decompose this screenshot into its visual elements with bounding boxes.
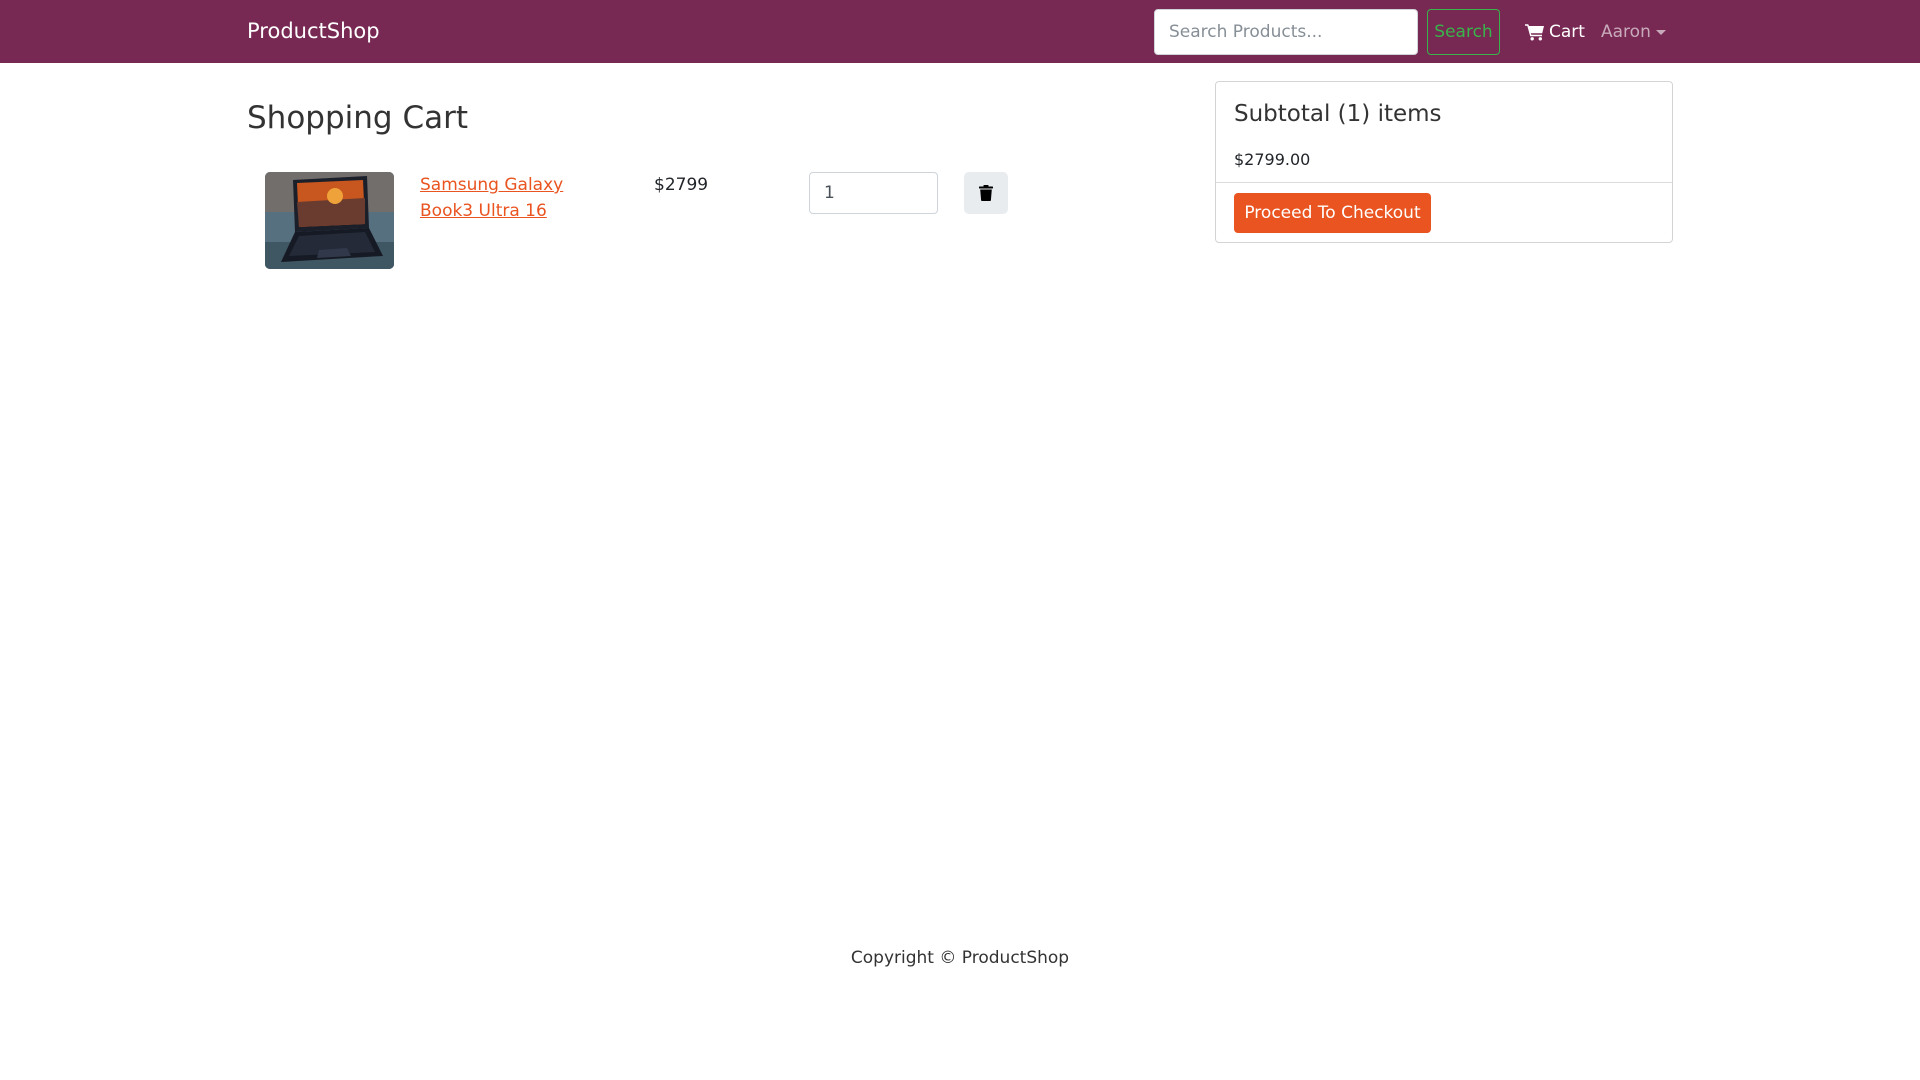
laptop-photo bbox=[265, 172, 394, 269]
brand-logo-link[interactable]: ProductShop bbox=[247, 18, 380, 45]
subtotal-title: Subtotal (1) items bbox=[1234, 101, 1442, 127]
product-price: $2799 bbox=[654, 175, 709, 195]
cart-link[interactable]: Cart bbox=[1525, 19, 1585, 45]
user-dropdown-toggle[interactable]: Aaron bbox=[1601, 19, 1666, 45]
product-image bbox=[265, 172, 394, 269]
subtotal-amount: $2799.00 bbox=[1234, 150, 1311, 169]
shopping-cart-icon bbox=[1525, 24, 1544, 41]
cart-label: Cart bbox=[1549, 22, 1585, 42]
summary-divider bbox=[1216, 182, 1672, 183]
trash-icon bbox=[979, 185, 993, 201]
top-navbar: ProductShop Search Cart Aaron bbox=[0, 0, 1920, 63]
proceed-to-checkout-button[interactable]: Proceed To Checkout bbox=[1234, 193, 1431, 233]
footer-copyright: Copyright © ProductShop bbox=[850, 948, 1070, 968]
user-name: Aaron bbox=[1601, 22, 1651, 42]
order-summary-card: Subtotal (1) items $2799.00 Proceed To C… bbox=[1215, 81, 1673, 243]
search-input[interactable] bbox=[1154, 9, 1418, 55]
quantity-field[interactable] bbox=[809, 172, 938, 214]
remove-item-button[interactable] bbox=[964, 172, 1008, 214]
search-button[interactable]: Search bbox=[1427, 9, 1500, 55]
product-name-link[interactable]: Samsung Galaxy Book3 Ultra 16 bbox=[420, 172, 620, 224]
caret-down-icon bbox=[1655, 29, 1666, 35]
page-title: Shopping Cart bbox=[247, 100, 468, 136]
